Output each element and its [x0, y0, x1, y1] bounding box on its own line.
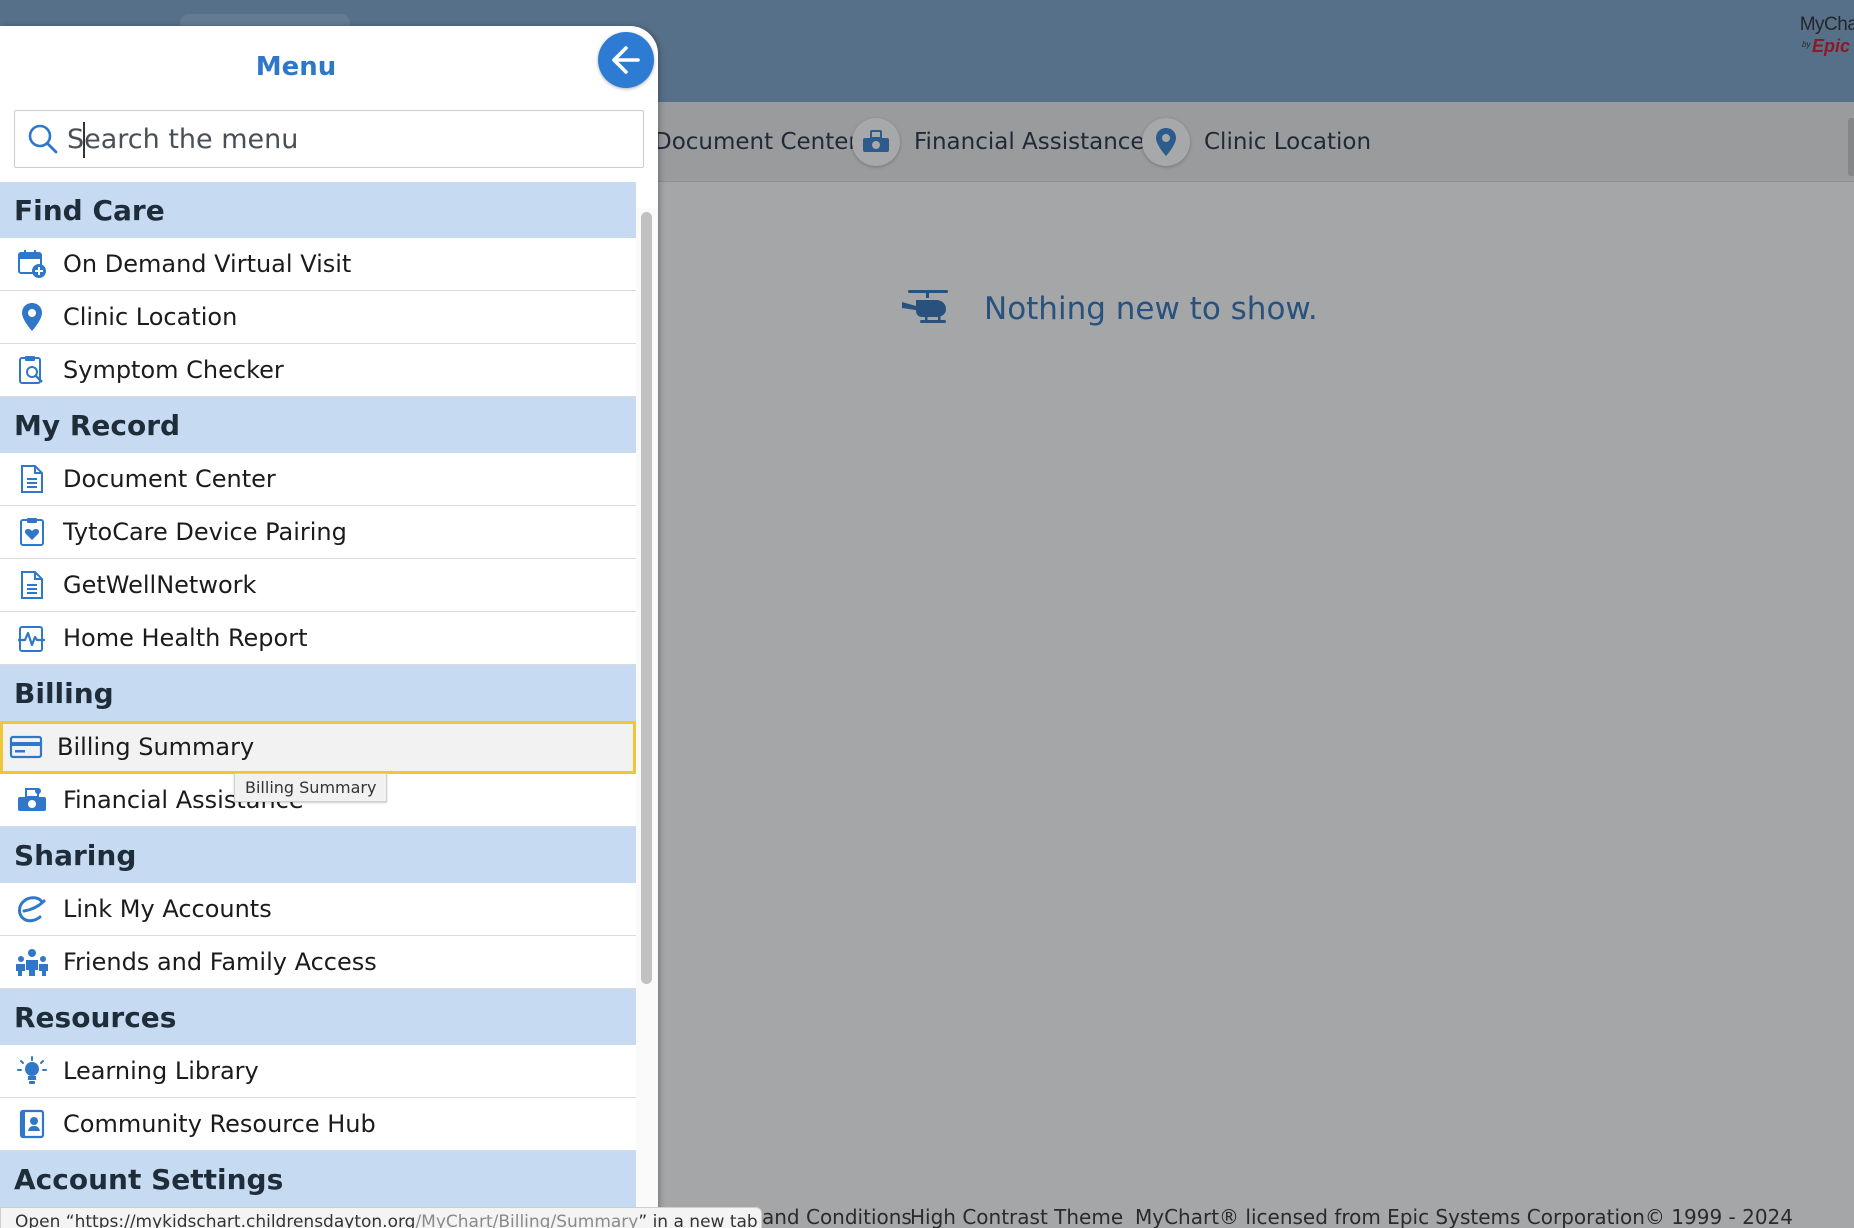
menu-search-box[interactable]: [14, 110, 644, 168]
menu-scrollbar-thumb[interactable]: [641, 212, 652, 984]
menu-item-on-demand-virtual-visit[interactable]: On Demand Virtual Visit: [0, 238, 636, 291]
document-icon: [0, 570, 63, 600]
close-menu-button[interactable]: [598, 32, 654, 88]
shortcut-document-center[interactable]: Document Center: [654, 119, 858, 165]
empty-state: Nothing new to show.: [900, 288, 1318, 330]
menu-item-friends-and-family-access[interactable]: Friends and Family Access: [0, 936, 636, 989]
credit-card-icon: [0, 735, 57, 759]
family-icon: [0, 947, 63, 977]
menu-title: Menu: [255, 52, 337, 82]
menu-list: Find Care On Demand Virtual Visit Clinic…: [0, 182, 636, 1228]
menu-item-learning-library[interactable]: Learning Library: [0, 1045, 636, 1098]
section-header-my-record: My Record: [0, 397, 636, 453]
map-pin-icon: [1142, 118, 1190, 166]
section-header-resources: Resources: [0, 989, 636, 1045]
helicopter-icon: [900, 288, 954, 330]
section-header-find-care: Find Care: [0, 182, 636, 238]
section-header-billing: Billing: [0, 665, 636, 721]
menu-item-billing-summary[interactable]: Billing Summary: [0, 721, 636, 774]
section-header-account-settings: Account Settings: [0, 1151, 636, 1207]
financial-assistance-icon: [0, 785, 63, 815]
browser-status-bar: Open “https://mykidschart.childrensdayto…: [0, 1207, 762, 1228]
pulse-chart-icon: [0, 623, 63, 653]
link-accounts-icon: [0, 894, 63, 924]
lightbulb-icon: [0, 1056, 63, 1086]
menu-item-document-center[interactable]: Document Center: [0, 453, 636, 506]
menu-item-home-health-report[interactable]: Home Health Report: [0, 612, 636, 665]
footer-license-text: MyChart® licensed from Epic Systems Corp…: [1135, 1205, 1794, 1228]
menu-item-getwellnetwork[interactable]: GetWellNetwork: [0, 559, 636, 612]
empty-state-message: Nothing new to show.: [984, 291, 1318, 327]
footer-high-contrast-link[interactable]: High Contrast Theme: [910, 1205, 1123, 1228]
footer-terms-link[interactable]: and Conditions: [762, 1205, 912, 1228]
document-icon: [0, 464, 63, 494]
billing-summary-tooltip: Billing Summary: [234, 773, 388, 802]
section-header-sharing: Sharing: [0, 827, 636, 883]
menu-search-input[interactable]: [67, 123, 627, 155]
community-hub-icon: [0, 1109, 63, 1139]
menu-item-link-my-accounts[interactable]: Link My Accounts: [0, 883, 636, 936]
shortcut-clinic-location[interactable]: Clinic Location: [1142, 118, 1371, 166]
search-icon: [28, 124, 58, 154]
arrow-left-icon: [609, 43, 643, 77]
financial-assistance-icon: [852, 118, 900, 166]
menu-item-community-resource-hub[interactable]: Community Resource Hub: [0, 1098, 636, 1151]
menu-item-tytocare-device-pairing[interactable]: TytoCare Device Pairing: [0, 506, 636, 559]
clipboard-heart-icon: [0, 517, 63, 547]
side-menu-panel: Menu Find Care On Demand Virtual Visit C…: [0, 26, 658, 1228]
mychart-brand-logo: MyChart by Epic: [1799, 14, 1854, 56]
menu-item-symptom-checker[interactable]: Symptom Checker: [0, 344, 636, 397]
map-pin-icon: [0, 302, 63, 332]
clipboard-search-icon: [0, 355, 63, 385]
menu-item-clinic-location[interactable]: Clinic Location: [0, 291, 636, 344]
shortcut-scroll-edge: [1848, 118, 1854, 176]
text-caret: [83, 122, 85, 158]
calendar-plus-icon: [0, 249, 63, 279]
shortcut-financial-assistance[interactable]: Financial Assistance: [852, 118, 1145, 166]
